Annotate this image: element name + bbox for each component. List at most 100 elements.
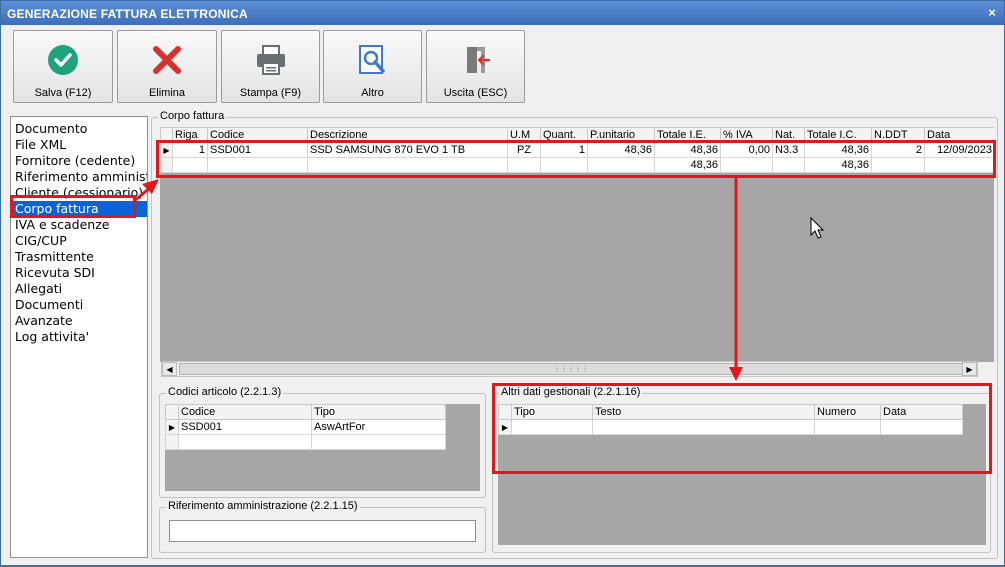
col-header[interactable]: % IVA bbox=[720, 127, 773, 143]
cell-totale-ic[interactable]: 48,36 bbox=[804, 142, 872, 158]
col-header[interactable]: Numero bbox=[814, 404, 881, 420]
col-header[interactable]: U.M bbox=[507, 127, 541, 143]
cell-natura[interactable]: N3.3 bbox=[772, 142, 805, 158]
magnifier-doc-icon bbox=[358, 45, 385, 74]
nav-item-log-attivita[interactable]: Log attivita' bbox=[11, 329, 147, 345]
cell-empty[interactable] bbox=[814, 419, 881, 435]
cell-quantita[interactable]: 1 bbox=[540, 142, 588, 158]
delete-button[interactable]: Elimina bbox=[117, 30, 217, 103]
col-header[interactable]: Tipo bbox=[311, 404, 446, 420]
totals-row-indicator bbox=[160, 157, 173, 173]
nav-item-ricevuta-sdi[interactable]: Ricevuta SDI bbox=[11, 265, 147, 281]
col-header[interactable]: Data bbox=[924, 127, 994, 143]
col-header[interactable]: Codice bbox=[207, 127, 308, 143]
col-header[interactable]: Nat. bbox=[772, 127, 805, 143]
cell-iva[interactable]: 0,00 bbox=[720, 142, 773, 158]
save-button[interactable]: Salva (F12) bbox=[13, 30, 113, 103]
cell-codice[interactable]: SSD001 bbox=[178, 419, 312, 435]
corpo-fattura-title: Corpo fattura bbox=[158, 110, 227, 122]
scroll-right-icon[interactable]: ▶ bbox=[962, 362, 977, 376]
cell-um[interactable]: PZ bbox=[507, 142, 541, 158]
cell-descrizione[interactable]: SSD SAMSUNG 870 EVO 1 TB bbox=[307, 142, 508, 158]
title-bar: GENERAZIONE FATTURA ELETTRONICA × bbox=[1, 1, 1004, 25]
nav-item-cig-cup[interactable]: CIG/CUP bbox=[11, 233, 147, 249]
nav-item-documenti[interactable]: Documenti bbox=[11, 297, 147, 313]
table-row[interactable]: ▶ bbox=[498, 419, 963, 435]
cell-empty[interactable] bbox=[592, 419, 815, 435]
row-indicator-header bbox=[160, 127, 173, 143]
totals-row: 48,36 48,36 bbox=[160, 157, 994, 173]
col-header[interactable]: Riga bbox=[172, 127, 208, 143]
nav-item-file-xml[interactable]: File XML bbox=[11, 137, 147, 153]
print-button[interactable]: Stampa (F9) bbox=[221, 30, 320, 103]
nav-item-avanzate[interactable]: Avanzate bbox=[11, 313, 147, 329]
nav-item-fornitore[interactable]: Fornitore (cedente) bbox=[11, 153, 147, 169]
col-header[interactable]: N.DDT bbox=[871, 127, 925, 143]
col-header[interactable]: Tipo bbox=[511, 404, 593, 420]
current-row-indicator-icon: ▶ bbox=[160, 142, 173, 158]
cell-empty[interactable] bbox=[511, 419, 593, 435]
col-header[interactable]: Data bbox=[880, 404, 963, 420]
col-header[interactable]: Quant. bbox=[540, 127, 588, 143]
nav-item-iva-scadenze[interactable]: IVA e scadenze bbox=[11, 217, 147, 233]
totals-empty-cell bbox=[772, 157, 805, 173]
totals-empty-cell bbox=[307, 157, 508, 173]
cell-empty[interactable] bbox=[311, 434, 446, 450]
exit-button-label: Uscita (ESC) bbox=[443, 87, 508, 99]
horizontal-scrollbar[interactable]: ◀ ⋮⋮⋮⋮⋮ ▶ bbox=[161, 361, 978, 377]
nav-item-trasmittente[interactable]: Trasmittente bbox=[11, 249, 147, 265]
invoice-window: GENERAZIONE FATTURA ELETTRONICA × Salva … bbox=[0, 0, 1005, 566]
table-row[interactable]: ▶ 1 SSD001 SSD SAMSUNG 870 EVO 1 TB PZ 1… bbox=[160, 142, 994, 158]
nav-item-allegati[interactable]: Allegati bbox=[11, 281, 147, 297]
col-header[interactable]: Totale I.E. bbox=[654, 127, 721, 143]
totals-empty-cell bbox=[540, 157, 588, 173]
cell-totale-ie[interactable]: 48,36 bbox=[654, 142, 721, 158]
cell-riga[interactable]: 1 bbox=[172, 142, 208, 158]
totals-empty-cell bbox=[924, 157, 994, 173]
table-row[interactable] bbox=[165, 434, 446, 450]
other-button-label: Altro bbox=[361, 87, 384, 99]
grid-header-row: Tipo Testo Numero Data bbox=[498, 404, 963, 420]
current-row-indicator-icon: ▶ bbox=[165, 419, 179, 435]
current-row-indicator-icon: ▶ bbox=[498, 419, 512, 435]
save-button-label: Salva (F12) bbox=[34, 87, 92, 99]
altri-dati-gestionali-grid[interactable]: Tipo Testo Numero Data ▶ bbox=[498, 404, 986, 545]
other-button[interactable]: Altro bbox=[323, 30, 422, 103]
totals-empty-cell bbox=[871, 157, 925, 173]
table-row[interactable]: ▶ SSD001 AswArtFor bbox=[165, 419, 446, 435]
printer-icon bbox=[256, 45, 285, 75]
section-nav: Documento File XML Fornitore (cedente) R… bbox=[10, 116, 148, 558]
invoice-lines-grid[interactable]: Riga Codice Descrizione U.M Quant. P.uni… bbox=[160, 127, 994, 362]
cell-empty[interactable] bbox=[880, 419, 963, 435]
total-ic-value: 48,36 bbox=[804, 157, 872, 173]
col-header[interactable]: Testo bbox=[592, 404, 815, 420]
cell-data[interactable]: 12/09/2023 bbox=[924, 142, 994, 158]
window-title: GENERAZIONE FATTURA ELETTRONICA bbox=[7, 7, 248, 21]
close-icon[interactable]: × bbox=[988, 5, 996, 20]
totals-empty-cell bbox=[720, 157, 773, 173]
totals-empty-cell bbox=[172, 157, 208, 173]
codici-articolo-grid[interactable]: Codice Tipo ▶ SSD001 AswArtFor bbox=[165, 404, 480, 491]
cell-tipo[interactable]: AswArtFor bbox=[311, 419, 446, 435]
print-button-label: Stampa (F9) bbox=[239, 87, 302, 99]
totals-empty-cell bbox=[507, 157, 541, 173]
cell-prezzo-unitario[interactable]: 48,36 bbox=[587, 142, 655, 158]
cell-n-ddt[interactable]: 2 bbox=[871, 142, 925, 158]
nav-item-cliente[interactable]: Cliente (cessionario) bbox=[11, 185, 147, 201]
col-header[interactable]: Totale I.C. bbox=[804, 127, 872, 143]
scroll-grip: ⋮⋮⋮⋮⋮ bbox=[553, 366, 589, 373]
scroll-left-icon[interactable]: ◀ bbox=[162, 362, 177, 376]
cell-empty[interactable] bbox=[178, 434, 312, 450]
col-header[interactable]: Codice bbox=[178, 404, 312, 420]
col-header[interactable]: P.unitario bbox=[587, 127, 655, 143]
cell-codice[interactable]: SSD001 bbox=[207, 142, 308, 158]
nav-item-riferimento-amministrazione[interactable]: Riferimento amministrazione bbox=[11, 169, 147, 185]
totals-empty-cell bbox=[587, 157, 655, 173]
col-header[interactable]: Descrizione bbox=[307, 127, 508, 143]
scroll-thumb[interactable]: ⋮⋮⋮⋮⋮ bbox=[179, 363, 963, 375]
exit-button[interactable]: Uscita (ESC) bbox=[426, 30, 525, 103]
riferimento-amministrazione-input[interactable] bbox=[169, 520, 476, 542]
nav-item-documento[interactable]: Documento bbox=[11, 121, 147, 137]
nav-item-corpo-fattura[interactable]: Corpo fattura bbox=[11, 201, 147, 217]
total-ie-value: 48,36 bbox=[654, 157, 721, 173]
